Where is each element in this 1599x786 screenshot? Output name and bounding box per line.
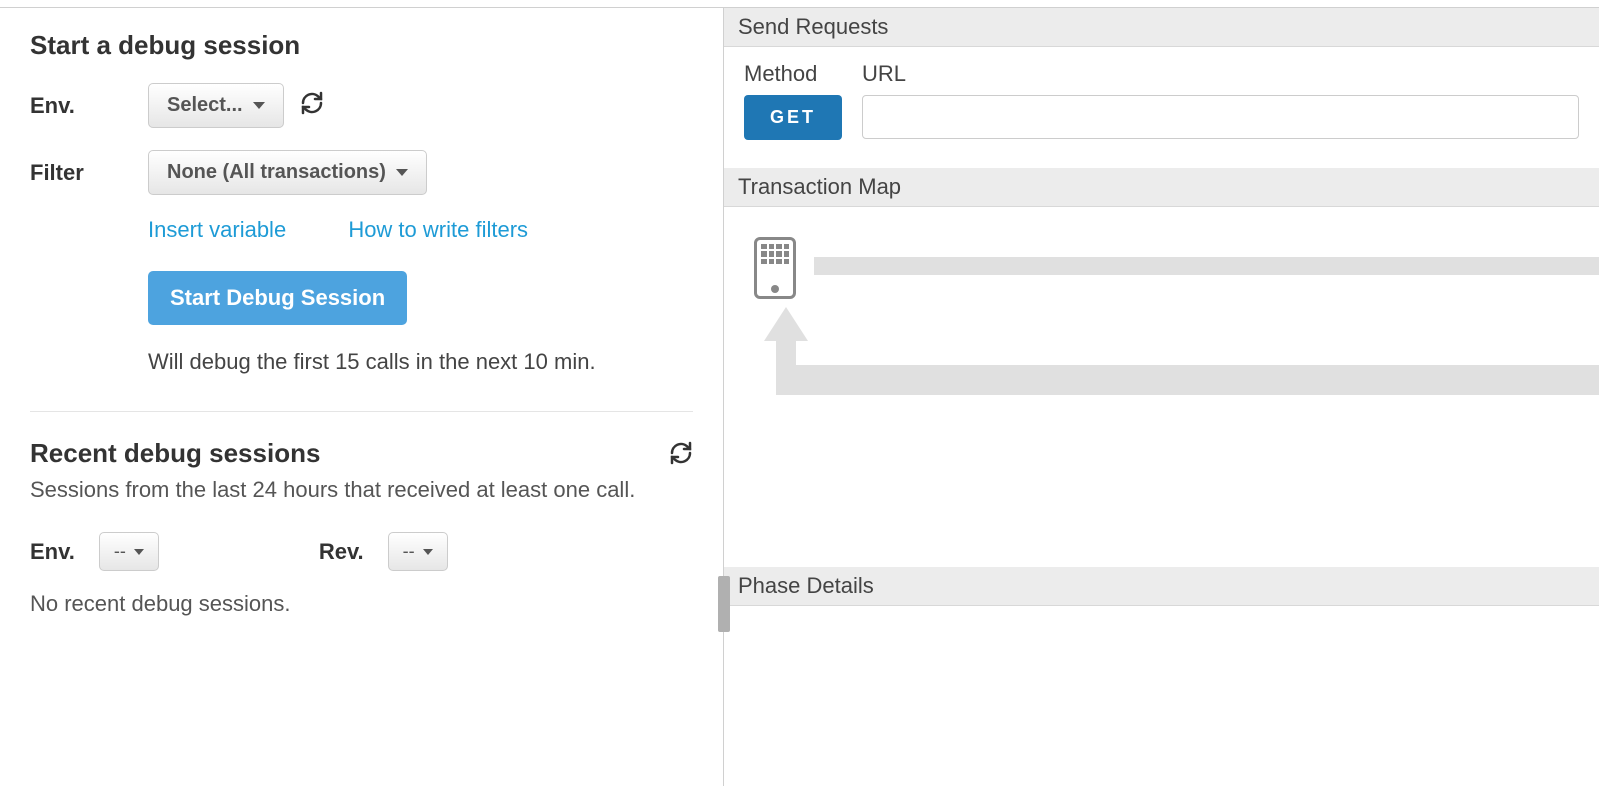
start-help-text: Will debug the first 15 calls in the nex… <box>148 349 693 375</box>
caret-down-icon <box>396 169 408 176</box>
insert-variable-link[interactable]: Insert variable <box>148 217 286 242</box>
url-label: URL <box>862 61 1579 87</box>
response-flow-bar <box>776 365 1599 395</box>
recent-sessions-subtitle: Sessions from the last 24 hours that rec… <box>30 473 693 506</box>
refresh-recent-icon[interactable] <box>669 441 693 471</box>
recent-rev-dropdown[interactable]: -- <box>388 532 448 571</box>
method-button[interactable]: GET <box>744 95 842 140</box>
env-label: Env. <box>30 93 148 119</box>
right-panel: Send Requests Method GET URL Transaction… <box>724 8 1599 786</box>
divider <box>30 411 693 412</box>
recent-sessions-title: Recent debug sessions <box>30 438 320 469</box>
transaction-map-header: Transaction Map <box>724 168 1599 207</box>
recent-rev-value: -- <box>403 541 415 562</box>
caret-down-icon <box>134 549 144 555</box>
start-session-title: Start a debug session <box>30 30 693 61</box>
env-select-dropdown[interactable]: Select... <box>148 83 284 128</box>
left-panel: Start a debug session Env. Select... Fil… <box>0 8 724 786</box>
phase-details-header: Phase Details <box>724 567 1599 606</box>
caret-down-icon <box>253 102 265 109</box>
send-requests-header: Send Requests <box>724 8 1599 47</box>
recent-env-value: -- <box>114 541 126 562</box>
recent-rev-label: Rev. <box>319 539 364 565</box>
response-arrow-head <box>764 307 808 341</box>
url-input[interactable] <box>862 95 1579 139</box>
recent-env-dropdown[interactable]: -- <box>99 532 159 571</box>
filter-select-dropdown[interactable]: None (All transactions) <box>148 150 427 195</box>
panel-resize-handle[interactable] <box>718 576 730 632</box>
no-recent-sessions-text: No recent debug sessions. <box>30 591 693 617</box>
refresh-env-icon[interactable] <box>300 91 324 121</box>
caret-down-icon <box>423 549 433 555</box>
how-to-write-filters-link[interactable]: How to write filters <box>348 217 528 242</box>
transaction-map-body <box>724 207 1599 567</box>
filter-select-value: None (All transactions) <box>167 161 386 184</box>
recent-env-label: Env. <box>30 539 75 565</box>
env-select-value: Select... <box>167 94 243 117</box>
method-label: Method <box>744 61 842 87</box>
phase-details-body <box>724 606 1599 696</box>
filter-label: Filter <box>30 160 148 186</box>
start-debug-session-button[interactable]: Start Debug Session <box>148 271 407 325</box>
request-flow-bar <box>814 257 1599 275</box>
client-device-icon <box>754 237 796 299</box>
